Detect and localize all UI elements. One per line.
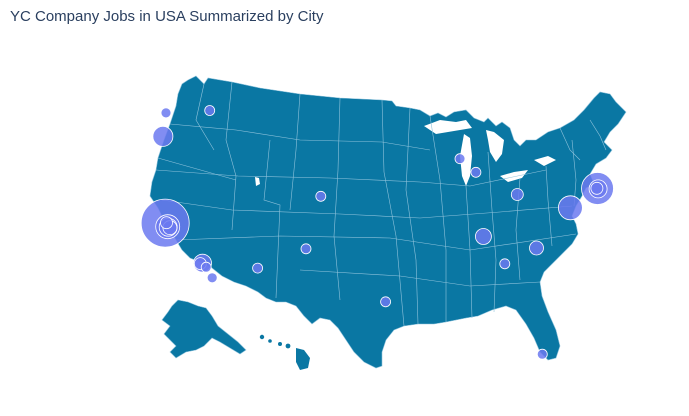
usa-map[interactable]: San FranciscoPalo AltoMountain ViewSan J… (0, 0, 689, 416)
city-bubble-washington[interactable]: Washington (558, 195, 583, 221)
city-bubble-miami[interactable]: Miami (536, 348, 548, 360)
city-bubble-madison[interactable]: Madison (454, 153, 466, 165)
city-bubble-phoenix[interactable]: Phoenix (252, 262, 264, 274)
city-bubble-irvine[interactable]: Irvine (200, 261, 212, 273)
city-bubble-seattle[interactable]: Seattle (160, 107, 172, 119)
city-bubble-albuquerque[interactable]: Albuquerque (300, 243, 312, 255)
city-bubble-portland[interactable]: Portland (152, 125, 174, 147)
city-bubble-charlotte[interactable]: Charlotte (529, 240, 544, 256)
city-bubble-nashville[interactable]: Nashville (474, 228, 492, 245)
city-bubble-san-diego[interactable]: San Diego (206, 272, 218, 284)
city-bubble-spokane[interactable]: Spokane (204, 105, 216, 116)
hawaii-landmass (259, 334, 310, 370)
conus-landmass (149, 75, 627, 369)
map-canvas[interactable]: San FranciscoPalo AltoMountain ViewSan J… (0, 0, 689, 416)
city-bubble-oakland[interactable]: Oakland (160, 216, 173, 230)
land-layer (149, 75, 627, 370)
city-bubble-chicago[interactable]: Chicago (470, 166, 482, 178)
city-bubble-austin[interactable]: Austin (380, 296, 392, 308)
city-bubble-jersey-city[interactable]: Jersey City (590, 181, 604, 195)
city-bubble-columbus[interactable]: Columbus (510, 188, 524, 201)
alaska-landmass (161, 299, 247, 359)
city-bubble-atlanta[interactable]: Atlanta (499, 258, 511, 270)
city-bubble-denver[interactable]: Denver (315, 190, 327, 202)
